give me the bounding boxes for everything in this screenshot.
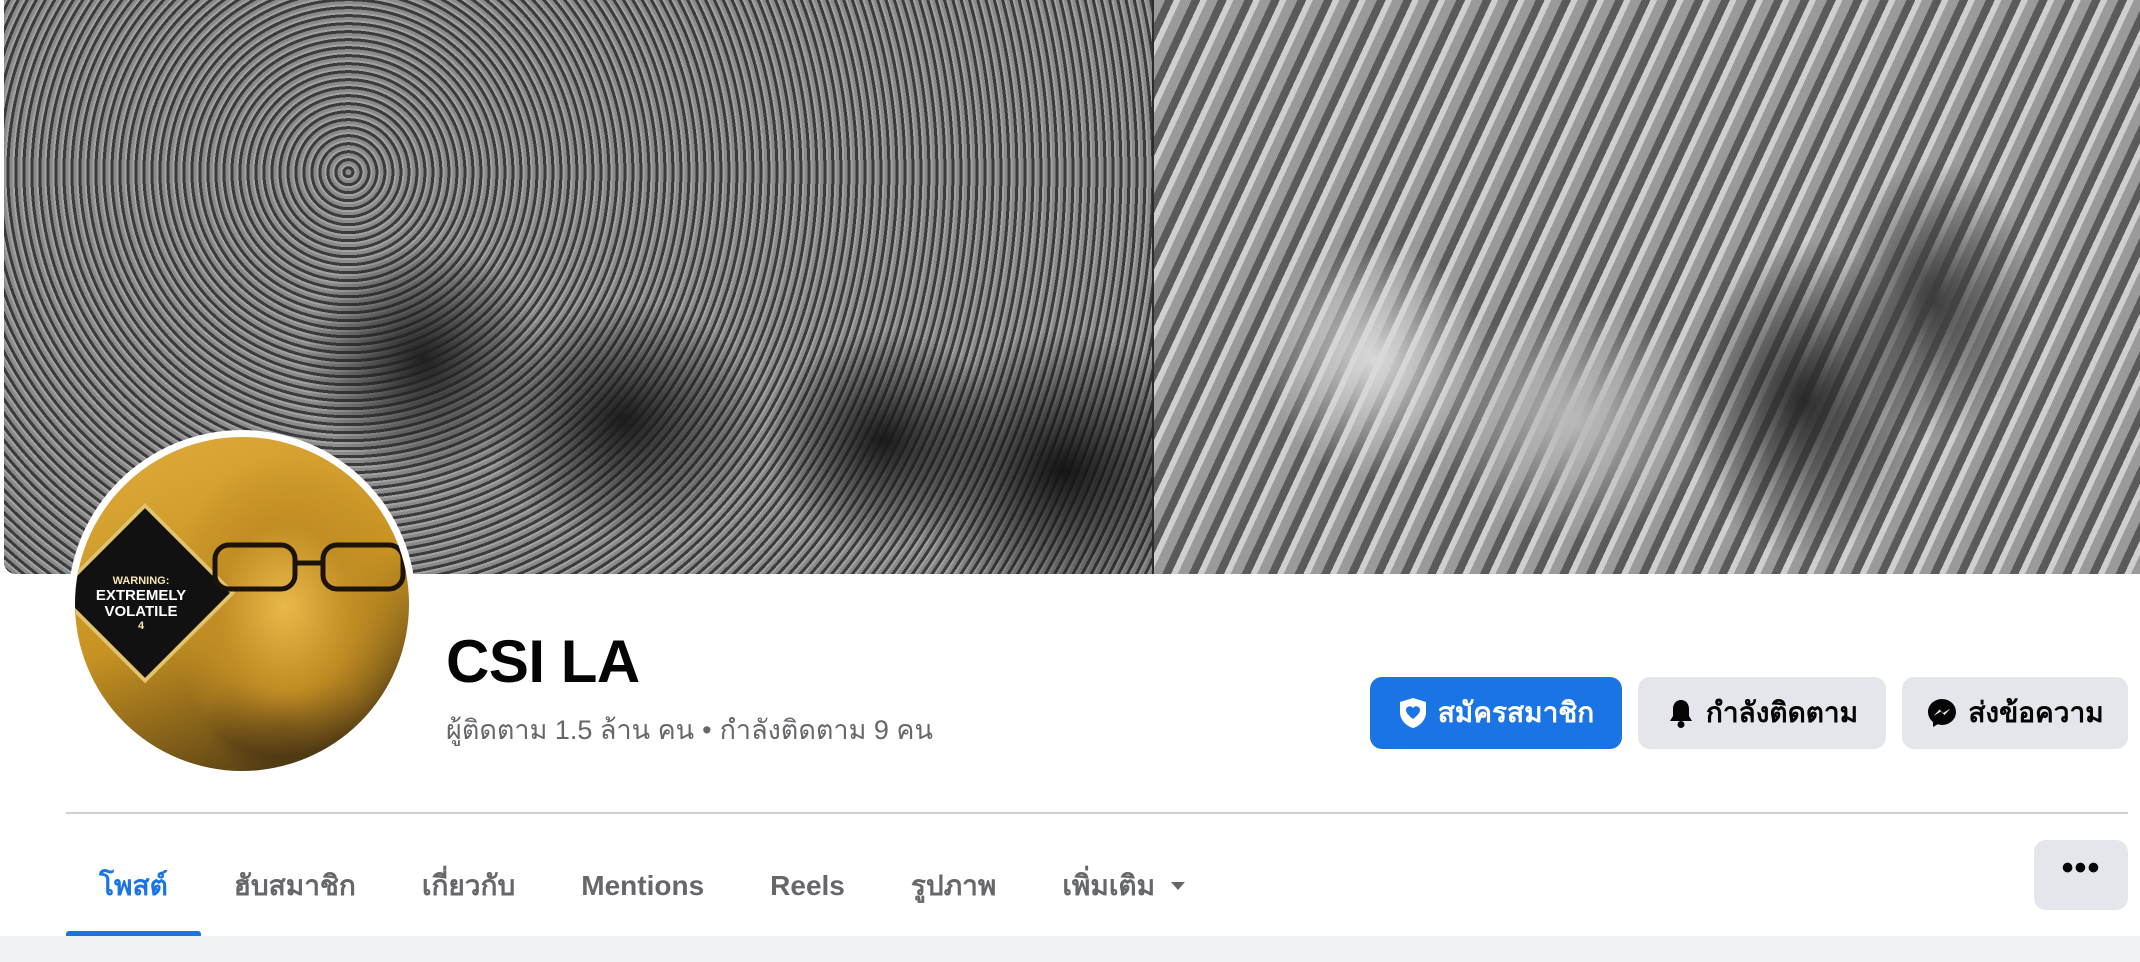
caret-down-icon xyxy=(1171,882,1186,890)
header-divider xyxy=(66,812,2128,814)
tab-more-label: เพิ่มเติม xyxy=(1062,870,1156,901)
avatar-warning-text: WARNING: EXTREMELY VOLATILE 4 xyxy=(95,575,187,632)
tab-mentions-label: Mentions xyxy=(581,870,705,901)
more-dots-icon: ••• xyxy=(2061,849,2101,887)
tab-photos-label: รูปภาพ xyxy=(910,870,997,901)
tab-mentions[interactable]: Mentions xyxy=(548,836,737,936)
profile-avatar[interactable]: WARNING: EXTREMELY VOLATILE 4 xyxy=(68,430,416,778)
subscribe-button-label: สมัครสมาชิก xyxy=(1437,697,1595,728)
messenger-icon xyxy=(1928,699,1957,727)
shield-heart-icon xyxy=(1399,698,1426,728)
tab-reels[interactable]: Reels xyxy=(737,836,878,936)
tab-photos[interactable]: รูปภาพ xyxy=(878,836,1029,936)
tab-posts[interactable]: โพสต์ xyxy=(66,836,201,936)
profile-tabs: โพสต์ ฮับสมาชิก เกี่ยวกับ Mentions Reels… xyxy=(66,836,1220,936)
tab-members-hub[interactable]: ฮับสมาชิก xyxy=(201,836,389,936)
followers-count-link[interactable]: ผู้ติดตาม 1.5 ล้าน คน xyxy=(446,715,694,745)
following-count-link[interactable]: กำลังติดตาม 9 คน xyxy=(720,715,933,745)
tab-about[interactable]: เกี่ยวกับ xyxy=(389,836,548,936)
following-button[interactable]: กำลังติดตาม xyxy=(1638,677,1886,749)
tab-members-hub-label: ฮับสมาชิก xyxy=(233,870,356,901)
follow-stats: ผู้ติดตาม 1.5 ล้าน คน • กำลังติดตาม 9 คน xyxy=(446,712,933,748)
stats-separator: • xyxy=(702,715,712,745)
following-button-label: กำลังติดตาม xyxy=(1705,697,1859,728)
cover-photo-crowd-right xyxy=(1154,0,2140,574)
message-button[interactable]: ส่งข้อความ xyxy=(1902,677,2128,749)
page-background-strip xyxy=(0,936,2140,962)
tab-posts-label: โพสต์ xyxy=(99,870,168,901)
tab-more[interactable]: เพิ่มเติม xyxy=(1029,836,1220,936)
message-button-label: ส่งข้อความ xyxy=(1968,697,2104,728)
avatar-image: WARNING: EXTREMELY VOLATILE 4 xyxy=(75,437,409,771)
more-options-button[interactable]: ••• xyxy=(2034,840,2128,910)
tab-reels-label: Reels xyxy=(770,870,845,901)
glasses-icon xyxy=(212,542,406,592)
bell-icon xyxy=(1669,700,1692,728)
page-title: CSI LA xyxy=(446,628,640,695)
tab-about-label: เกี่ยวกับ xyxy=(421,870,516,901)
subscribe-button[interactable]: สมัครสมาชิก xyxy=(1370,677,1622,749)
